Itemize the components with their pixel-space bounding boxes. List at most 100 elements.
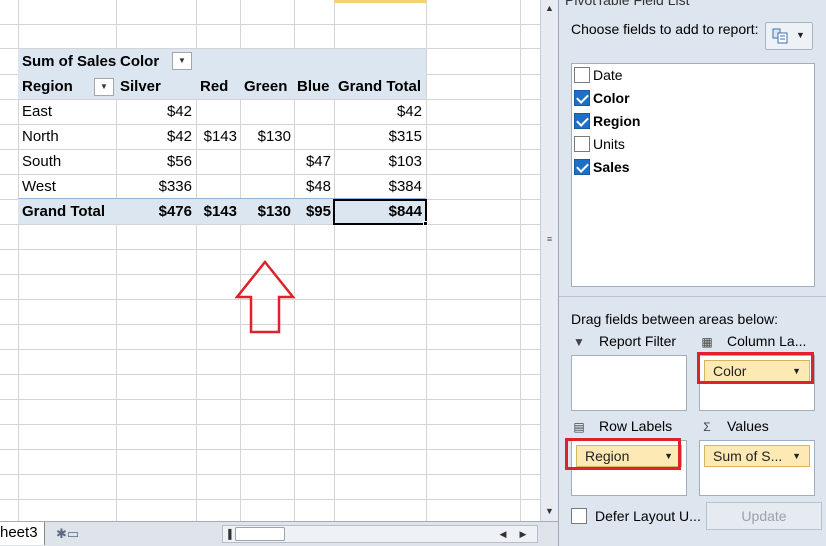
pivot-total-cell[interactable]: $476: [116, 199, 192, 224]
field-item-date[interactable]: Date: [574, 65, 623, 86]
sheet-tab[interactable]: heet3: [0, 522, 45, 545]
defer-layout-option[interactable]: Defer Layout U...: [571, 506, 701, 526]
pivot-total-cell[interactable]: $143: [196, 199, 237, 224]
field-item-region[interactable]: Region: [574, 111, 640, 132]
scroll-grip-icon[interactable]: ≡: [544, 234, 555, 244]
pane-divider[interactable]: [559, 296, 826, 297]
field-checkbox[interactable]: [574, 113, 590, 130]
selected-column-header-edge: [334, 0, 426, 3]
pivot-field-list-pane: PivotTable Field List Choose fields to a…: [558, 0, 826, 546]
defer-layout-checkbox[interactable]: [571, 508, 587, 525]
pivot-total-cell[interactable]: $130: [240, 199, 291, 224]
gridline: [0, 499, 540, 500]
pivot-column-header[interactable]: Blue: [297, 74, 330, 99]
pivot-value-cell[interactable]: $42: [116, 124, 192, 149]
field-item-units[interactable]: Units: [574, 134, 625, 155]
horizontal-scroll-thumb[interactable]: [235, 527, 285, 541]
pivot-value-cell[interactable]: [240, 174, 291, 199]
chevron-down-icon[interactable]: ▼: [792, 446, 801, 466]
pivot-value-cell[interactable]: $47: [294, 149, 331, 174]
field-checkbox[interactable]: [574, 159, 590, 176]
scroll-up-arrow-icon[interactable]: ▲: [541, 0, 558, 16]
pivot-row-label[interactable]: East: [22, 99, 52, 124]
sheet-horizontal-scrollbar[interactable]: ▐ ◀ ▶: [222, 525, 538, 543]
pivot-value-cell[interactable]: $336: [116, 174, 192, 199]
field-list-layout-button[interactable]: ▼: [765, 22, 813, 50]
gridline: [520, 0, 521, 521]
fill-handle[interactable]: [423, 221, 428, 226]
value-field-pill-sales[interactable]: Sum of S... ▼: [704, 445, 810, 467]
field-item-color[interactable]: Color: [574, 88, 630, 109]
pivot-corner-label[interactable]: Sum of Sales: [22, 49, 116, 74]
pivot-value-cell[interactable]: [240, 99, 291, 124]
gridline: [0, 399, 540, 400]
pivot-column-header[interactable]: Silver: [120, 74, 161, 99]
worksheet-grid[interactable]: Sum of Sales Color ▼ Region ▼ Silver Red…: [0, 0, 540, 521]
scroll-right-arrow-icon[interactable]: ▶: [515, 526, 531, 542]
column-filter-dropdown-icon[interactable]: ▼: [172, 52, 192, 70]
field-checkbox[interactable]: [574, 90, 590, 107]
pivot-value-cell[interactable]: [196, 99, 237, 124]
gridline: [0, 249, 540, 250]
pivot-row-label[interactable]: North: [22, 124, 59, 149]
annotation-up-arrow-icon: [234, 260, 296, 334]
pivot-value-cell[interactable]: [196, 149, 237, 174]
pane-title: PivotTable Field List: [565, 0, 690, 8]
pivot-value-cell[interactable]: $48: [294, 174, 331, 199]
gridline: [0, 224, 540, 225]
pivot-value-cell[interactable]: $103: [334, 149, 422, 174]
column-labels-header: ▦ Column La...: [699, 332, 806, 350]
field-checkbox[interactable]: [574, 136, 590, 153]
pivot-column-header[interactable]: Green: [244, 74, 287, 99]
field-name: Date: [593, 67, 623, 83]
pivot-value-cell[interactable]: [294, 124, 331, 149]
pivot-column-header[interactable]: Red: [200, 74, 228, 99]
pivot-grand-total-label[interactable]: Grand Total: [22, 199, 105, 224]
gridline: [0, 424, 540, 425]
pivot-value-cell[interactable]: $42: [116, 99, 192, 124]
gridline: [426, 0, 427, 521]
gridline: [0, 24, 540, 25]
values-header: Σ Values: [699, 417, 769, 435]
pivot-value-cell[interactable]: [294, 99, 331, 124]
pivot-value-cell[interactable]: $315: [334, 124, 422, 149]
scroll-down-arrow-icon[interactable]: ▼: [541, 503, 558, 519]
gridline: [0, 374, 540, 375]
pivot-row-label[interactable]: South: [22, 149, 61, 174]
highlight-box: [565, 438, 681, 470]
pivot-column-header[interactable]: Grand Total: [338, 74, 421, 99]
scroll-left-arrow-icon[interactable]: ◀: [495, 526, 511, 542]
pivot-value-cell[interactable]: $130: [240, 124, 291, 149]
choose-fields-label: Choose fields to add to report:: [571, 21, 759, 37]
split-handle-icon[interactable]: ▐: [225, 528, 231, 540]
pivot-value-cell[interactable]: [196, 174, 237, 199]
column-labels-icon: ▦: [701, 335, 713, 349]
field-checkbox[interactable]: [574, 67, 590, 84]
row-filter-dropdown-icon[interactable]: ▼: [94, 78, 114, 96]
sigma-icon: Σ: [703, 420, 711, 434]
pivot-value-cell[interactable]: [240, 149, 291, 174]
highlight-box: [697, 352, 814, 384]
pivot-value-cell[interactable]: $384: [334, 174, 422, 199]
update-button[interactable]: Update: [706, 502, 822, 530]
pivot-value-cell[interactable]: $56: [116, 149, 192, 174]
report-filter-label: Report Filter: [599, 333, 677, 349]
active-cell-border: [333, 199, 427, 225]
report-filter-drop-area[interactable]: [571, 355, 687, 411]
pivot-row-label[interactable]: West: [22, 174, 56, 199]
field-name: Color: [593, 90, 630, 106]
insert-sheet-icon[interactable]: ✱▭: [56, 525, 79, 542]
pivot-column-field-label[interactable]: Color: [120, 49, 159, 74]
gridline: [0, 449, 540, 450]
field-list-box[interactable]: Date Color Region Units Sales: [571, 63, 815, 287]
defer-layout-label: Defer Layout U...: [595, 508, 701, 524]
values-drop-area[interactable]: Sum of S... ▼: [699, 440, 815, 496]
pivot-row-field-label[interactable]: Region: [22, 74, 73, 99]
pivot-value-cell[interactable]: $143: [196, 124, 237, 149]
pivot-total-cell[interactable]: $95: [294, 199, 331, 224]
field-item-sales[interactable]: Sales: [574, 157, 630, 178]
sheet-vertical-scrollbar[interactable]: ▲ ≡ ▼: [540, 0, 558, 521]
chevron-down-icon: ▼: [796, 30, 805, 40]
pivot-value-cell[interactable]: $42: [334, 99, 422, 124]
filter-icon: ▼: [573, 335, 585, 349]
